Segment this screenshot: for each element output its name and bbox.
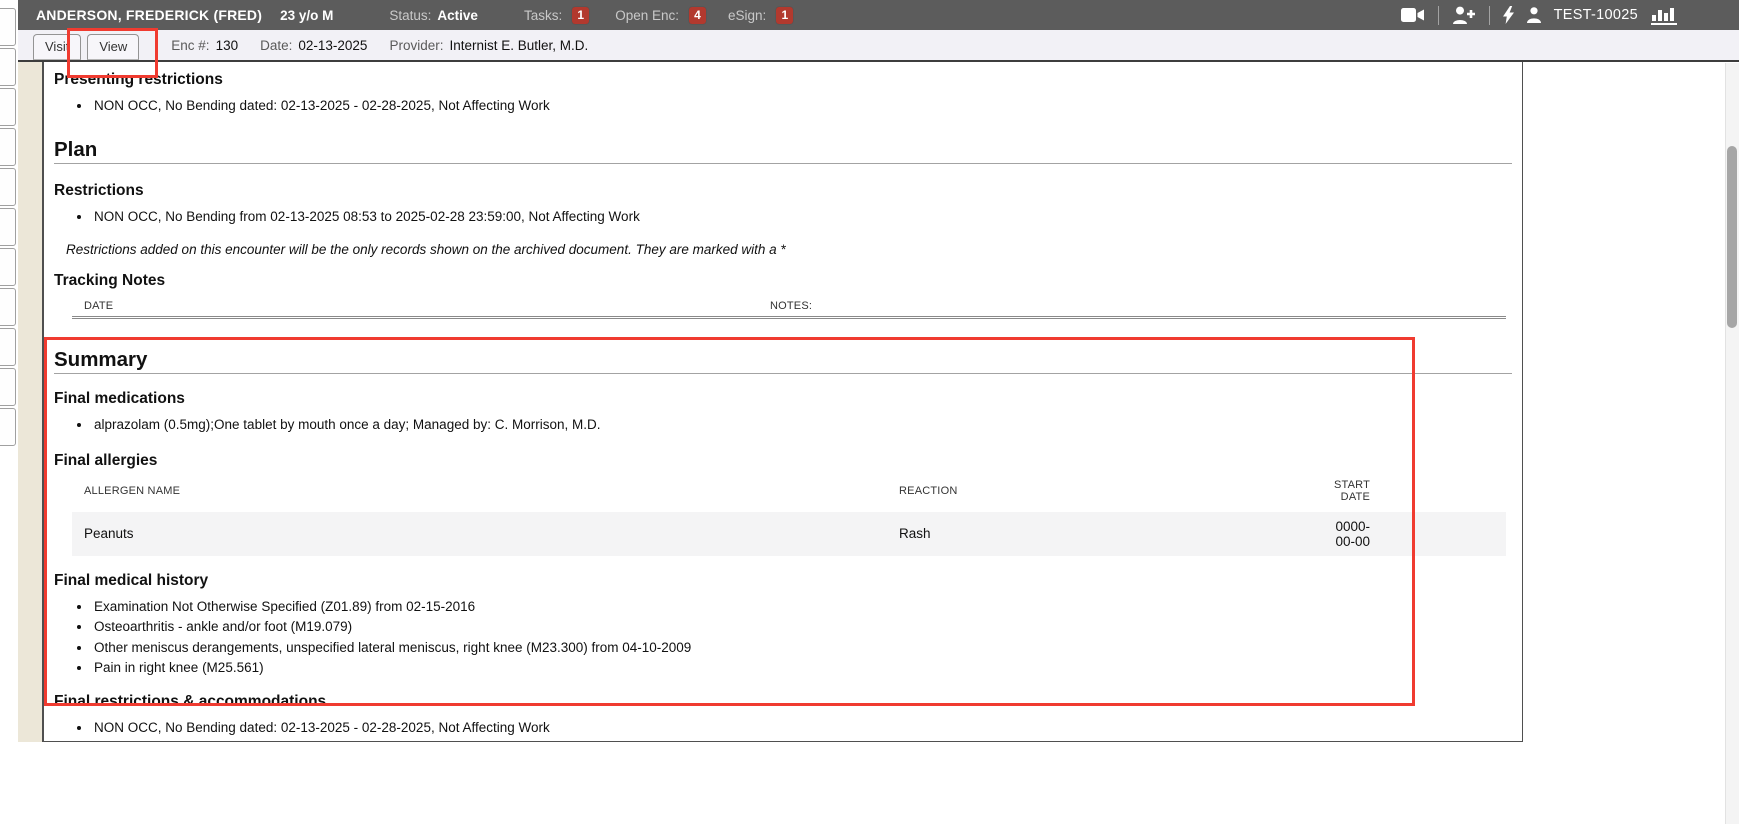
user-icon[interactable] [1527, 7, 1541, 23]
restrictions-heading: Restrictions [54, 181, 1512, 200]
side-tab-stub[interactable] [0, 128, 16, 166]
list-item: alprazolam (0.5mg);One tablet by mouth o… [92, 415, 1512, 436]
tasks-count-badge[interactable]: 1 [572, 7, 589, 24]
list-item: NON OCC, No Bending dated: 02-13-2025 - … [92, 96, 1512, 117]
tab-visit[interactable]: Visit [33, 34, 81, 60]
video-camera-icon[interactable] [1401, 7, 1425, 23]
side-tab-stub[interactable] [0, 328, 16, 366]
side-tab-stub[interactable] [0, 168, 16, 206]
tracking-notes-table: DATE NOTES: [72, 298, 1506, 319]
list-item: Examination Not Otherwise Specified (Z01… [92, 597, 1512, 618]
plan-heading: Plan [54, 139, 1512, 164]
side-tab-stub[interactable] [0, 288, 16, 326]
header-toolbar: TEST-10025 [1401, 0, 1677, 30]
app-window: ANDERSON, FREDERICK (FRED) 23 y/o M Stat… [0, 0, 1739, 824]
status-value: Active [437, 8, 478, 23]
list-item: Other meniscus derangements, unspecified… [92, 638, 1512, 659]
presenting-restrictions-heading: Presenting restrictions [54, 70, 1512, 89]
encounter-document: Presenting restrictions NON OCC, No Bend… [42, 62, 1523, 742]
encounter-tab-bar: Visit View Enc #: 130 Date: 02-13-2025 P… [14, 30, 1739, 62]
final-medications-list: alprazolam (0.5mg);One tablet by mouth o… [54, 415, 1512, 436]
restrictions-note: Restrictions added on this encounter wil… [66, 240, 1512, 259]
workstation-id[interactable]: TEST-10025 [1554, 7, 1638, 23]
esign-label: eSign: [728, 8, 766, 23]
allergy-row: Peanuts Rash 0000-00-00 [72, 509, 1506, 556]
column-header-date: DATE [72, 298, 758, 318]
patient-name: ANDERSON, FREDERICK (FRED) [36, 7, 262, 23]
final-allergies-table: ALLERGEN NAME REACTION START DATE Peanut… [72, 477, 1506, 556]
side-tab-stub[interactable] [0, 88, 16, 126]
final-allergies-heading: Final allergies [54, 451, 1512, 470]
summary-heading: Summary [54, 349, 1512, 374]
final-medical-history-heading: Final medical history [54, 571, 1512, 590]
final-restrictions-list: NON OCC, No Bending dated: 02-13-2025 - … [54, 718, 1512, 739]
side-tab-rail [0, 0, 18, 824]
side-tab-stub[interactable] [0, 8, 16, 46]
column-header-reaction: REACTION [887, 477, 1315, 510]
side-tab-stub[interactable] [0, 208, 16, 246]
side-tab-stub[interactable] [0, 408, 16, 446]
patient-header-bar: ANDERSON, FREDERICK (FRED) 23 y/o M Stat… [14, 0, 1739, 30]
open-enc-count-badge[interactable]: 4 [689, 7, 706, 24]
bar-chart-icon[interactable] [1651, 6, 1677, 25]
provider-label: Provider: [389, 38, 443, 53]
provider-value: Internist E. Butler, M.D. [449, 38, 588, 53]
column-header-start-date: START DATE [1315, 477, 1506, 510]
presenting-restrictions-list: NON OCC, No Bending dated: 02-13-2025 - … [54, 96, 1512, 117]
list-item: NON OCC, No Bending from 02-13-2025 08:5… [92, 207, 1512, 228]
esign-count-badge[interactable]: 1 [776, 7, 793, 24]
lightning-icon[interactable] [1503, 6, 1514, 24]
column-header-notes: NOTES: [758, 298, 1506, 318]
open-enc-label: Open Enc: [615, 8, 679, 23]
toolbar-divider [1438, 6, 1439, 25]
scrollbar-thumb[interactable] [1727, 146, 1737, 328]
list-item: NON OCC, No Bending dated: 02-13-2025 - … [92, 718, 1512, 739]
final-medical-history-list: Examination Not Otherwise Specified (Z01… [54, 597, 1512, 679]
final-restrictions-heading: Final restrictions & accommodations [54, 692, 1512, 711]
tracking-notes-heading: Tracking Notes [54, 271, 1512, 290]
start-date-cell: 0000-00-00 [1315, 509, 1506, 556]
restrictions-list: NON OCC, No Bending from 02-13-2025 08:5… [54, 207, 1512, 228]
tab-view[interactable]: View [87, 34, 139, 60]
side-tab-stub[interactable] [0, 48, 16, 86]
enc-date-value: 02-13-2025 [298, 38, 367, 53]
allergen-name-cell: Peanuts [72, 509, 887, 556]
column-header-allergen-name: ALLERGEN NAME [72, 477, 887, 510]
toolbar-divider [1489, 6, 1490, 25]
status-label: Status: [389, 8, 431, 23]
reaction-cell: Rash [887, 509, 1315, 556]
final-medications-heading: Final medications [54, 389, 1512, 408]
add-user-icon[interactable] [1452, 6, 1476, 24]
list-item: Pain in right knee (M25.561) [92, 658, 1512, 679]
enc-number-label: Enc #: [171, 38, 209, 53]
patient-age-sex: 23 y/o M [280, 8, 333, 23]
document-margin-strip [18, 62, 42, 742]
enc-number-value: 130 [216, 38, 239, 53]
side-tab-stub[interactable] [0, 368, 16, 406]
tasks-label: Tasks: [524, 8, 562, 23]
enc-date-label: Date: [260, 38, 292, 53]
list-item: Osteoarthritis - ankle and/or foot (M19.… [92, 617, 1512, 638]
side-tab-stub[interactable] [0, 248, 16, 286]
encounter-info: Enc #: 130 Date: 02-13-2025 Provider: In… [171, 30, 588, 60]
